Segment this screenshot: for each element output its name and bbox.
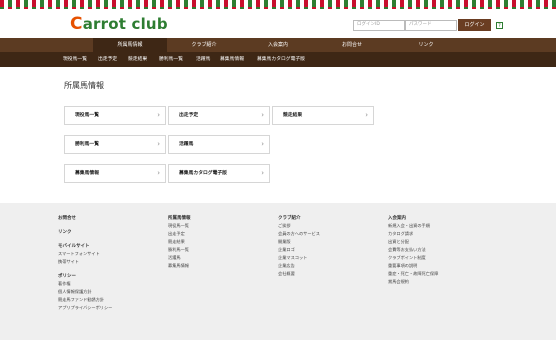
subnav-race-schedule[interactable]: 出走予定 bbox=[98, 52, 117, 67]
sub-nav: 現役馬一覧 出走予定 競走結果 勝利馬一覧 活躍馬 募集馬情報 募集馬カタログ電… bbox=[0, 52, 556, 67]
site-logo[interactable]: Carrot club bbox=[70, 14, 168, 34]
footer-link[interactable]: 会員の方へのサービス bbox=[278, 230, 320, 238]
footer-gap bbox=[58, 222, 112, 229]
card-label: 勝利馬一覧 bbox=[75, 142, 99, 147]
footer-link[interactable]: 個人情報保護方針 bbox=[58, 288, 112, 296]
subnav-winning-horses[interactable]: 勝利馬一覧 bbox=[159, 52, 183, 67]
card-label: 活躍馬 bbox=[179, 142, 194, 147]
footer-link[interactable]: 会社概要 bbox=[278, 270, 320, 278]
nav-club-intro[interactable]: クラブ紹介 bbox=[167, 38, 241, 52]
chevron-right-icon: › bbox=[261, 140, 264, 148]
footer-head-links[interactable]: リンク bbox=[58, 229, 112, 236]
footer-link[interactable]: スマートフォンサイト bbox=[58, 250, 112, 258]
card-recruit-catalog[interactable]: 募集馬カタログ電子版 › bbox=[168, 164, 270, 183]
footer-link[interactable]: クラブポイント制度 bbox=[388, 254, 438, 262]
footer-link[interactable]: 著作権 bbox=[58, 280, 112, 288]
footer-head-contact[interactable]: お問合せ bbox=[58, 215, 112, 222]
nav-contact[interactable]: お問合せ bbox=[315, 38, 389, 52]
footer-link[interactable]: 出走予定 bbox=[168, 230, 191, 238]
card-label: 競走結果 bbox=[283, 113, 303, 118]
help-icon[interactable]: ? bbox=[496, 22, 503, 29]
footer-link[interactable]: 賞馬会規約 bbox=[388, 278, 438, 286]
card-label: 現役馬一覧 bbox=[75, 113, 99, 118]
nav-links[interactable]: リンク bbox=[389, 38, 463, 52]
subnav-active-stars[interactable]: 活躍馬 bbox=[196, 52, 210, 67]
footer-link[interactable]: 企業ロゴ bbox=[278, 246, 320, 254]
card-recruit-info[interactable]: 募集馬情報 › bbox=[64, 164, 166, 183]
footer-head-horse-info[interactable]: 所属馬情報 bbox=[168, 215, 191, 222]
footer-link[interactable]: 募集馬情報 bbox=[168, 262, 191, 270]
chevron-right-icon: › bbox=[157, 140, 160, 148]
footer-link[interactable]: 活躍馬 bbox=[168, 254, 191, 262]
footer-link[interactable]: カタログ請求 bbox=[388, 230, 438, 238]
subnav-race-results[interactable]: 競走結果 bbox=[128, 52, 147, 67]
footer-link[interactable]: アプリプライバシーポリシー bbox=[58, 304, 112, 312]
card-active-stars[interactable]: 活躍馬 › bbox=[168, 135, 270, 154]
footer-head-mobile[interactable]: モバイルサイト bbox=[58, 243, 112, 250]
password-input[interactable]: パスワード bbox=[405, 20, 457, 31]
footer-head-policy[interactable]: ポリシー bbox=[58, 273, 112, 280]
footer-link[interactable]: ご挨拶 bbox=[278, 222, 320, 230]
chevron-right-icon: › bbox=[261, 169, 264, 177]
logo-initial: C bbox=[70, 14, 83, 34]
site-footer: お問合せ リンク モバイルサイト スマートフォンサイト 携帯サイト ポリシー 著… bbox=[0, 203, 556, 340]
footer-gap bbox=[58, 266, 112, 273]
chevron-right-icon: › bbox=[157, 111, 160, 119]
card-race-results[interactable]: 競走結果 › bbox=[272, 106, 374, 125]
subnav-recruit-info[interactable]: 募集馬情報 bbox=[220, 52, 244, 67]
card-label: 出走予定 bbox=[179, 113, 199, 118]
nav-membership[interactable]: 入会案内 bbox=[241, 38, 315, 52]
chevron-right-icon: › bbox=[261, 111, 264, 119]
footer-link[interactable]: 現役馬一覧 bbox=[168, 222, 191, 230]
site-header: Carrot club ログインID パスワード ログイン ? bbox=[0, 9, 556, 38]
subnav-recruit-catalog[interactable]: 募集馬カタログ電子版 bbox=[257, 52, 305, 67]
footer-link[interactable]: 企業マスコット bbox=[278, 254, 320, 262]
footer-link[interactable]: 重要事項の説明 bbox=[388, 262, 438, 270]
top-stripe bbox=[0, 0, 556, 7]
page-title: 所属馬情報 bbox=[64, 81, 104, 90]
main-nav: 所属馬情報 クラブ紹介 入会案内 お問合せ リンク bbox=[0, 38, 556, 52]
footer-head-club-intro[interactable]: クラブ紹介 bbox=[278, 215, 320, 222]
footer-col-2: 所属馬情報 現役馬一覧 出走予定 競走結果 勝利馬一覧 活躍馬 募集馬情報 bbox=[168, 215, 191, 270]
footer-link[interactable]: 開業版 bbox=[278, 238, 320, 246]
footer-gap bbox=[58, 236, 112, 243]
footer-col-4: 入会案内 新規入会・出資の手順 カタログ請求 出資と分配 会費等お支払い方法 ク… bbox=[388, 215, 438, 286]
card-race-schedule[interactable]: 出走予定 › bbox=[168, 106, 270, 125]
card-active-horses[interactable]: 現役馬一覧 › bbox=[64, 106, 166, 125]
login-id-input[interactable]: ログインID bbox=[353, 20, 405, 31]
footer-link[interactable]: 出資と分配 bbox=[388, 238, 438, 246]
footer-col-3: クラブ紹介 ご挨拶 会員の方へのサービス 開業版 企業ロゴ 企業マスコット 企業… bbox=[278, 215, 320, 278]
footer-link[interactable]: 企業広告 bbox=[278, 262, 320, 270]
footer-head-membership[interactable]: 入会案内 bbox=[388, 215, 438, 222]
subnav-active-horses[interactable]: 現役馬一覧 bbox=[63, 52, 87, 67]
footer-link[interactable]: 携帯サイト bbox=[58, 258, 112, 266]
nav-horse-info[interactable]: 所属馬情報 bbox=[93, 38, 167, 52]
footer-link[interactable]: 競走結果 bbox=[168, 238, 191, 246]
logo-text: arrot club bbox=[82, 15, 168, 33]
footer-col-1: お問合せ リンク モバイルサイト スマートフォンサイト 携帯サイト ポリシー 著… bbox=[58, 215, 112, 312]
card-label: 募集馬情報 bbox=[75, 171, 99, 176]
login-button[interactable]: ログイン bbox=[458, 19, 491, 31]
card-label: 募集馬カタログ電子版 bbox=[179, 171, 227, 176]
footer-link[interactable]: 重症・死亡・故障死亡保障 bbox=[388, 270, 438, 278]
chevron-right-icon: › bbox=[365, 111, 368, 119]
footer-link[interactable]: 新規入会・出資の手順 bbox=[388, 222, 438, 230]
card-winning-horses[interactable]: 勝利馬一覧 › bbox=[64, 135, 166, 154]
footer-link[interactable]: 勝利馬一覧 bbox=[168, 246, 191, 254]
chevron-right-icon: › bbox=[157, 169, 160, 177]
footer-link[interactable]: 競走馬ファンド勧誘方針 bbox=[58, 296, 112, 304]
footer-link[interactable]: 会費等お支払い方法 bbox=[388, 246, 438, 254]
